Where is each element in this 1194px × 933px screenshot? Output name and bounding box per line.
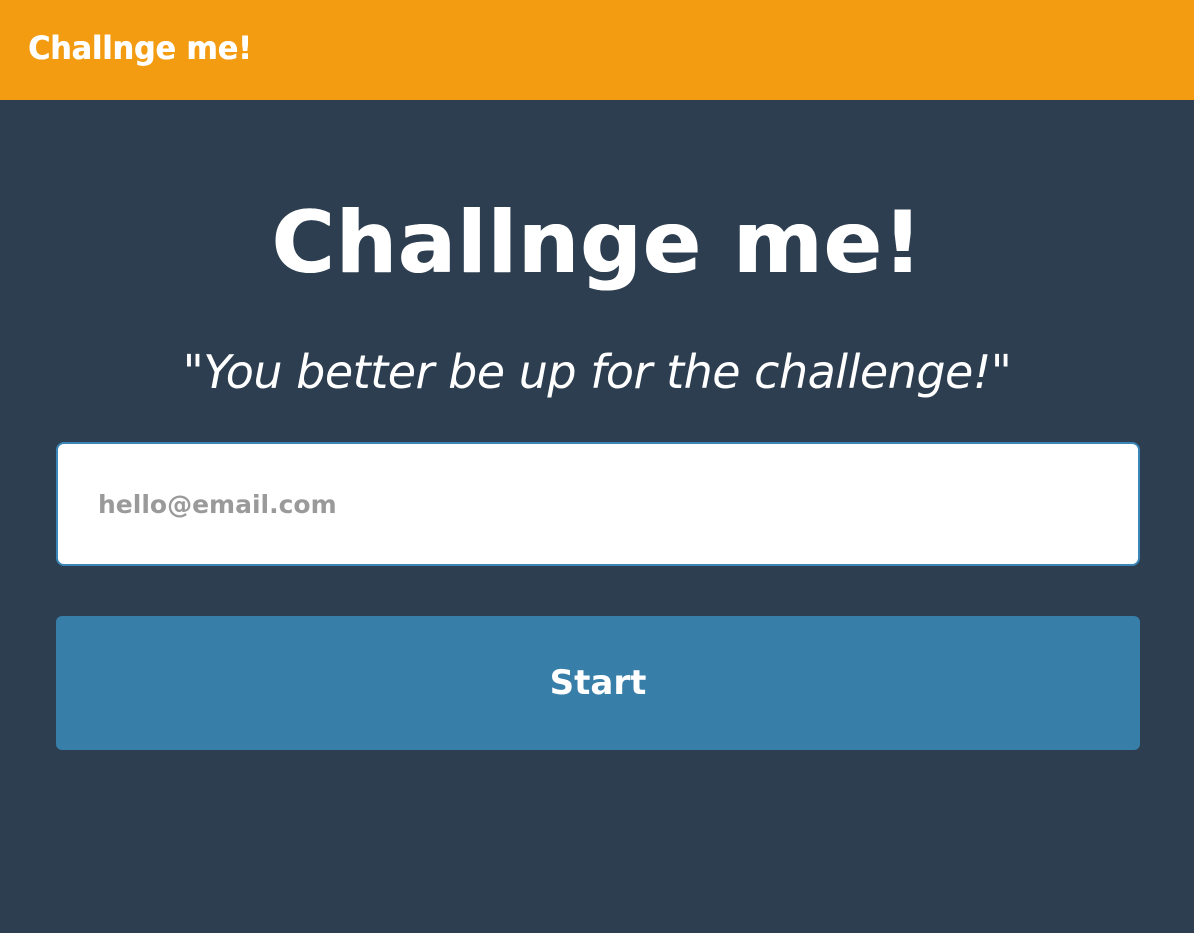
email-input[interactable] [56, 442, 1140, 566]
tagline: "You better be up for the challenge!" [182, 345, 1012, 399]
navbar: Challnge me! [0, 0, 1194, 100]
navbar-brand-link[interactable]: Challnge me! [28, 26, 252, 70]
page-title: Challnge me! [271, 193, 923, 293]
start-button[interactable]: Start [56, 616, 1140, 750]
